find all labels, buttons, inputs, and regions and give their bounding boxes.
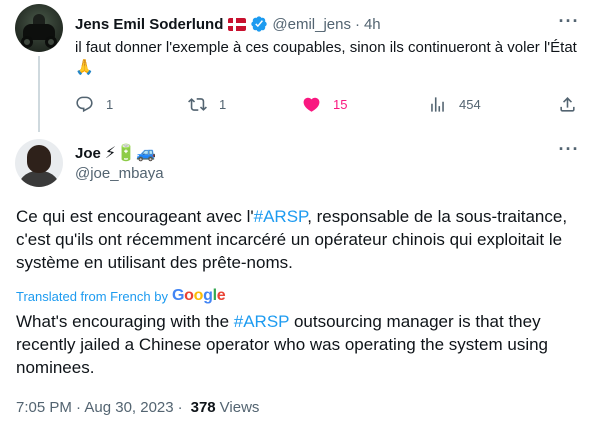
views-button[interactable]: 454 <box>428 92 481 116</box>
more-icon[interactable]: ··· <box>558 140 580 162</box>
denmark-flag-icon <box>228 17 247 31</box>
views-count: 454 <box>459 96 481 112</box>
views-count: 378 <box>190 398 216 416</box>
tweet-text: Ce qui est encourageant avec l'#ARSP, re… <box>16 205 581 274</box>
tweet-timestamp[interactable]: 7:05 PM · Aug 30, 2023 <box>16 399 174 416</box>
retweet-count: 1 <box>219 96 227 112</box>
like-button[interactable]: 15 <box>302 92 347 116</box>
google-logo: Google <box>171 287 226 304</box>
reply-button[interactable]: 1 <box>75 92 113 116</box>
hashtag-link[interactable]: #ARSP <box>234 312 289 331</box>
tweet-text-part: Ce qui est encourageant avec l' <box>16 207 254 226</box>
verified-badge-icon[interactable] <box>250 15 268 33</box>
separator-dot: · <box>177 398 183 416</box>
separator-dot: · <box>354 15 360 33</box>
user-handle[interactable]: @joe_mbaya <box>75 165 164 182</box>
like-icon <box>303 97 320 112</box>
thread-connector-line <box>38 56 40 132</box>
name-emojis: ⚡🔋🚙 <box>104 145 156 162</box>
user-handle[interactable]: @emil_jens <box>272 16 351 33</box>
like-count: 15 <box>333 96 348 112</box>
translated-text: What's encouraging with the #ARSP outsou… <box>16 310 581 379</box>
translated-label: Translated from French by <box>16 288 168 304</box>
reply-count: 1 <box>106 96 114 112</box>
views-label: Views <box>219 398 260 416</box>
tweet-text: il faut donner l'exemple à ces coupables… <box>75 39 577 76</box>
share-icon <box>560 96 575 112</box>
display-name[interactable]: Joe <box>75 145 101 162</box>
views-icon <box>431 96 444 112</box>
translation-attribution[interactable]: Translated from French by Google <box>16 287 226 305</box>
share-button[interactable] <box>558 92 577 116</box>
avatar[interactable] <box>15 4 63 52</box>
retweet-icon <box>188 97 207 111</box>
retweet-button[interactable]: 1 <box>188 92 226 116</box>
translated-text-part: What's encouraging with the <box>16 312 234 331</box>
tweet-actions: 1 1 15 454 <box>75 92 585 116</box>
display-name[interactable]: Jens Emil Soderlund <box>75 16 223 33</box>
tweet-meta: 7:05 PM · Aug 30, 2023 · 378 Views <box>16 397 259 417</box>
tweet-header: Jens Emil Soderlund @emil_jens · 4h <box>75 14 381 34</box>
tweet-header: Joe ⚡🔋🚙 <box>75 143 156 163</box>
tweet-time[interactable]: 4h <box>364 16 381 33</box>
reply-icon <box>76 96 93 112</box>
avatar[interactable] <box>15 139 63 187</box>
hashtag-link[interactable]: #ARSP <box>254 207 308 226</box>
more-icon[interactable]: ··· <box>558 12 580 34</box>
